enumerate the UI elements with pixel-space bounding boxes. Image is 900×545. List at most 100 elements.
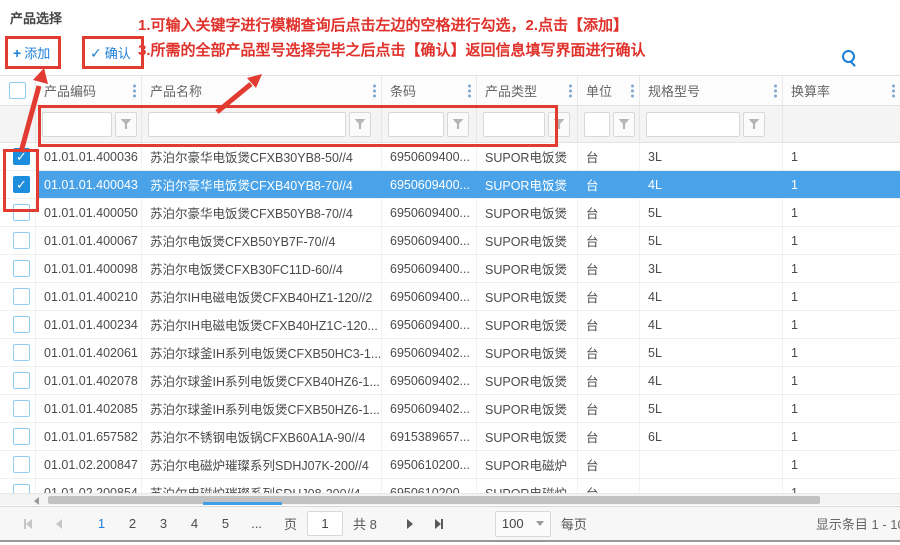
pager-next-button[interactable] <box>407 519 413 529</box>
add-button[interactable]: + 添加 <box>13 43 50 62</box>
table-row[interactable]: 01.01.01.657582苏泊尔不锈钢电饭锅CFXB60A1A-90//46… <box>0 423 900 451</box>
filter-funnel-button[interactable] <box>447 112 469 137</box>
column-menu-icon[interactable] <box>892 84 895 97</box>
table-row[interactable]: 01.01.01.400043苏泊尔豪华电饭煲CFXB40YB8-70//469… <box>0 171 900 199</box>
table-row[interactable]: 01.01.02.200847苏泊尔电磁炉璀璨系列SDHJ07K-200//46… <box>0 451 900 479</box>
table-row[interactable]: 01.01.01.400036苏泊尔豪华电饭煲CFXB30YB8-50//469… <box>0 143 900 171</box>
pager-last-button[interactable] <box>435 519 443 529</box>
filter-cell-checkbox <box>0 106 36 142</box>
confirm-button[interactable]: ✓ 确认 <box>90 43 131 62</box>
header-unit[interactable]: 单位 <box>578 76 640 105</box>
filter-funnel-button[interactable] <box>548 112 570 137</box>
cell-type: SUPOR电饭煲 <box>477 395 578 422</box>
row-checkbox[interactable] <box>13 456 30 473</box>
filter-funnel-button[interactable] <box>115 112 137 137</box>
cell-unit: 台 <box>578 395 640 422</box>
cell-barcode: 6950609402... <box>382 339 477 366</box>
cell-rate: 1 <box>783 171 900 198</box>
pager-prev-button[interactable] <box>56 519 62 529</box>
row-checkbox[interactable] <box>13 148 30 165</box>
grid-header-row: 产品编码 产品名称 条码 产品类型 单位 规格型号 <box>0 75 900 106</box>
table-row[interactable]: 01.01.01.400210苏泊尔IH电磁电饭煲CFXB40HZ1-120//… <box>0 283 900 311</box>
header-label: 换算率 <box>791 81 830 100</box>
row-checkbox[interactable] <box>13 484 30 493</box>
cell-barcode: 6950609402... <box>382 395 477 422</box>
filter-funnel-button[interactable] <box>743 112 765 137</box>
search-icon[interactable] <box>842 50 855 63</box>
pager-page-2[interactable]: 2 <box>117 507 148 540</box>
table-row[interactable]: 01.01.01.400067苏泊尔电饭煲CFXB50YB7F-70//4695… <box>0 227 900 255</box>
table-row[interactable]: 01.01.01.402061苏泊尔球釜IH系列电饭煲CFXB50HC3-1..… <box>0 339 900 367</box>
column-menu-icon[interactable] <box>373 84 376 97</box>
row-checkbox[interactable] <box>13 372 30 389</box>
filter-input-spec[interactable] <box>646 112 740 137</box>
chevron-down-icon <box>536 521 544 526</box>
row-checkbox[interactable] <box>13 232 30 249</box>
pager-page-5[interactable]: 5 <box>210 507 241 540</box>
filter-input-barcode[interactable] <box>388 112 444 137</box>
table-row[interactable]: 01.01.01.402078苏泊尔球釜IH系列电饭煲CFXB40HZ6-1..… <box>0 367 900 395</box>
funnel-icon <box>355 119 366 129</box>
cell-spec <box>640 451 783 478</box>
cell-spec: 5L <box>640 395 783 422</box>
row-checkbox[interactable] <box>13 316 30 333</box>
filter-input-type[interactable] <box>483 112 545 137</box>
cell-rate: 1 <box>783 199 900 226</box>
row-checkbox[interactable] <box>13 260 30 277</box>
row-checkbox[interactable] <box>13 400 30 417</box>
header-product-type[interactable]: 产品类型 <box>477 76 578 105</box>
pager-page-1[interactable]: 1 <box>86 507 117 540</box>
horizontal-scrollbar[interactable] <box>0 493 900 505</box>
row-checkbox[interactable] <box>13 344 30 361</box>
cell-unit: 台 <box>578 255 640 282</box>
header-barcode[interactable]: 条码 <box>382 76 477 105</box>
header-product-name[interactable]: 产品名称 <box>142 76 382 105</box>
header-spec-model[interactable]: 规格型号 <box>640 76 783 105</box>
page-number-input[interactable] <box>307 511 343 536</box>
filter-funnel-button[interactable] <box>349 112 371 137</box>
cell-unit: 台 <box>578 311 640 338</box>
scroll-left-arrow-icon[interactable] <box>34 497 39 505</box>
table-row[interactable]: 01.01.01.400234苏泊尔IH电磁电饭煲CFXB40HZ1C-120.… <box>0 311 900 339</box>
column-menu-icon[interactable] <box>133 84 136 97</box>
row-checkbox[interactable] <box>13 288 30 305</box>
cell-name: 苏泊尔球釜IH系列电饭煲CFXB50HZ6-1... <box>142 395 382 422</box>
cell-type: SUPOR电饭煲 <box>477 255 578 282</box>
page-size-dropdown[interactable]: 100 <box>495 511 551 537</box>
header-conversion-rate[interactable]: 换算率 <box>783 76 900 105</box>
row-checkbox[interactable] <box>13 176 30 193</box>
header-label: 规格型号 <box>648 81 700 100</box>
pager-page-4[interactable]: 4 <box>179 507 210 540</box>
column-menu-icon[interactable] <box>774 84 777 97</box>
cell-rate: 1 <box>783 311 900 338</box>
cell-unit: 台 <box>578 479 640 493</box>
funnel-icon <box>453 119 464 129</box>
pager-page-3[interactable]: 3 <box>148 507 179 540</box>
filter-funnel-button[interactable] <box>613 112 635 137</box>
product-select-dialog: 产品选择 + 添加 ✓ 确认 1.可输入关键字进行模糊查询后点击左边的空格进行勾… <box>0 0 900 545</box>
filter-input-name[interactable] <box>148 112 346 137</box>
select-all-checkbox[interactable] <box>9 82 26 99</box>
table-row[interactable]: 01.01.01.402085苏泊尔球釜IH系列电饭煲CFXB50HZ6-1..… <box>0 395 900 423</box>
pager-first-button[interactable] <box>24 519 32 529</box>
column-menu-icon[interactable] <box>468 84 471 97</box>
filter-cell-unit <box>578 106 640 142</box>
pager-ellipsis[interactable]: ... <box>241 507 272 540</box>
cell-unit: 台 <box>578 451 640 478</box>
row-checkbox[interactable] <box>13 428 30 445</box>
column-menu-icon[interactable] <box>569 84 572 97</box>
scrollbar-thumb[interactable] <box>48 496 820 504</box>
row-checkbox[interactable] <box>13 204 30 221</box>
cell-code: 01.01.01.400043 <box>36 171 142 198</box>
header-product-code[interactable]: 产品编码 <box>36 76 142 105</box>
table-row[interactable]: 01.01.02.200854苏泊尔电磁炉璀璨系列SDHJ08-200//469… <box>0 479 900 493</box>
table-row[interactable]: 01.01.01.400050苏泊尔豪华电饭煲CFXB50YB8-70//469… <box>0 199 900 227</box>
cell-spec <box>640 479 783 493</box>
cell-name: 苏泊尔电饭煲CFXB50YB7F-70//4 <box>142 227 382 254</box>
filter-input-unit[interactable] <box>584 112 610 137</box>
cell-name: 苏泊尔IH电磁电饭煲CFXB40HZ1C-120... <box>142 311 382 338</box>
column-menu-icon[interactable] <box>631 84 634 97</box>
cell-spec: 5L <box>640 227 783 254</box>
table-row[interactable]: 01.01.01.400098苏泊尔电饭煲CFXB30FC11D-60//469… <box>0 255 900 283</box>
filter-input-code[interactable] <box>42 112 112 137</box>
